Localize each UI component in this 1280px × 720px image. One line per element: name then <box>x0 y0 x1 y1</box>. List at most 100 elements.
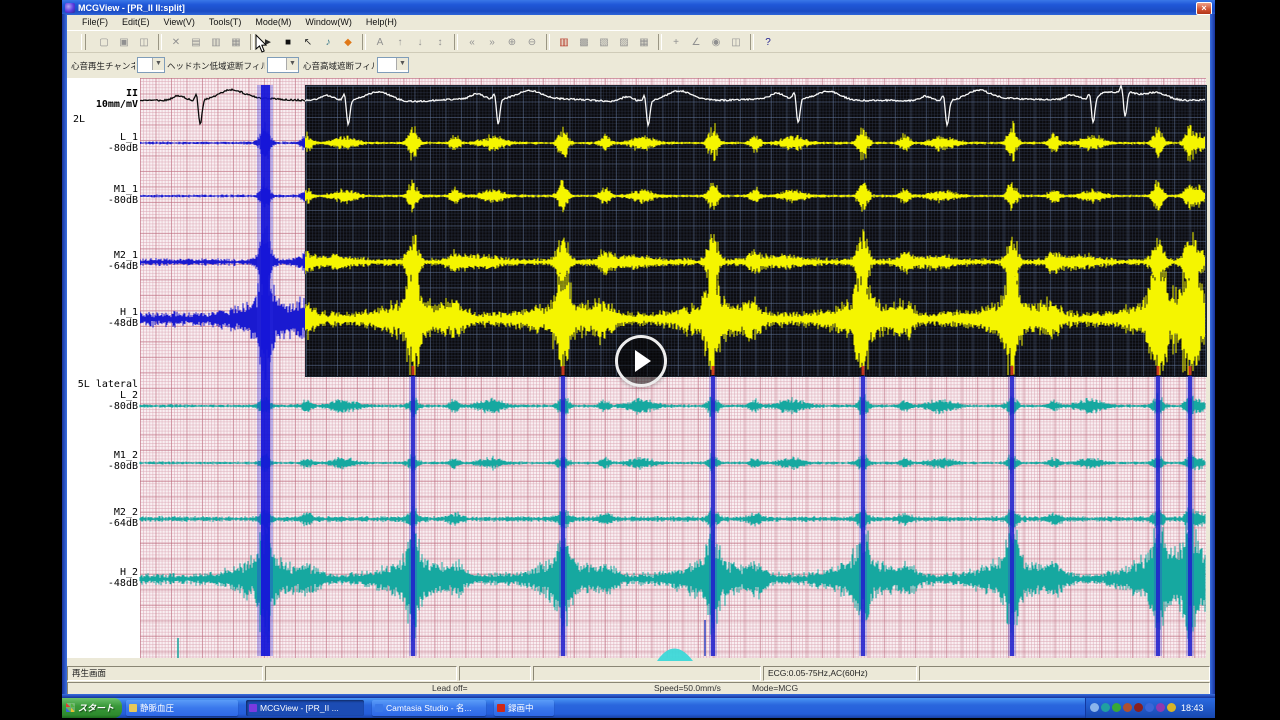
windows-logo-icon <box>66 703 75 712</box>
task-button-camtasia[interactable]: Camtasia Studio - 名... <box>372 700 486 716</box>
tray-icon-7[interactable] <box>1167 703 1176 712</box>
mcgview-window: MCGView - [PR_II II:split] × File(F) Edit… <box>62 0 1215 698</box>
toolbar-sound-icon[interactable]: ♪ <box>319 34 337 51</box>
toolbar-copy-icon[interactable]: ▤ <box>187 34 205 51</box>
app-icon <box>65 2 75 13</box>
channel-label-block-3: M1_1 -80dB <box>107 184 138 206</box>
toolbar-help-icon[interactable]: ? <box>759 34 777 51</box>
tray-icon-2[interactable] <box>1112 703 1121 712</box>
toolbar-split-view-icon[interactable]: ◫ <box>727 34 745 51</box>
task-button-recording[interactable]: 録画中 <box>494 700 554 716</box>
task-icon <box>375 704 383 712</box>
toolbar-separator <box>158 34 162 50</box>
filter-label-1: ヘッドホン低域遮断フィルタ: <box>167 61 265 71</box>
toolbar-zoom-in-icon[interactable]: ⊕ <box>503 34 521 51</box>
toolbar-prev-page-icon[interactable]: « <box>463 34 481 51</box>
menu-item-windoww[interactable]: Window(W) <box>298 15 359 30</box>
toolbar-next-page-icon[interactable]: » <box>483 34 501 51</box>
toolbar-save-all-icon[interactable]: ◫ <box>135 34 153 51</box>
toolbar-angle-icon[interactable]: ∠ <box>687 34 705 51</box>
filter-dropdown-1[interactable]: ▼ <box>267 57 299 73</box>
status-bar-upper: 再生画面 ECG:0.05-75Hz,AC(60Hz) <box>67 666 1210 681</box>
menu-item-helph[interactable]: Help(H) <box>359 15 404 30</box>
channel-label-block-1: 2L <box>73 114 86 125</box>
tray-icon-3[interactable] <box>1123 703 1132 712</box>
toolbar-zoom-out-icon[interactable]: ⊖ <box>523 34 541 51</box>
toolbar-print-icon[interactable]: ▦ <box>227 34 245 51</box>
status-panel-4: ECG:0.05-75Hz,AC(60Hz) <box>763 666 917 681</box>
toolbar-separator <box>546 34 550 50</box>
toolbar-annotate-icon[interactable]: ◉ <box>707 34 725 51</box>
chevron-down-icon[interactable]: ▼ <box>396 58 408 70</box>
toolbar-level-meter-icon[interactable]: ▥ <box>555 34 573 51</box>
video-frame: MCGView - [PR_II II:split] × File(F) Edit… <box>62 0 1215 718</box>
toolbar-stop-icon[interactable]: ■ <box>279 34 297 51</box>
status-panel-2 <box>459 666 531 681</box>
channel-label-block-2: L_1 -80dB <box>107 132 138 154</box>
task-icon <box>249 704 257 712</box>
system-tray: 18:43 <box>1085 698 1215 718</box>
channel-label-block-9: H_2 -48dB <box>107 567 138 589</box>
task-icon <box>497 704 505 712</box>
toolbar-measure-icon[interactable]: + <box>667 34 685 51</box>
toolbar-separator <box>250 34 254 50</box>
tray-icon-0[interactable] <box>1090 703 1099 712</box>
menu-item-edite[interactable]: Edit(E) <box>115 15 157 30</box>
speed-status: Speed=50.0mm/s <box>654 683 721 693</box>
task-button-mcgview[interactable]: MCGView - [PR_II ... <box>246 700 364 716</box>
toolbar-save-icon[interactable]: ▣ <box>115 34 133 51</box>
menu-bar: File(F) Edit(E) View(V) Tools(T) Mode(M) Wind… <box>67 15 1210 30</box>
toolbar-select-icon[interactable]: ↖ <box>299 34 317 51</box>
filter-dropdown-2[interactable]: ▼ <box>377 57 409 73</box>
toolbar-gain-up-icon[interactable]: ↑ <box>391 34 409 51</box>
toolbar-gain-down-icon[interactable]: ↓ <box>411 34 429 51</box>
toolbar-text-icon[interactable]: A <box>371 34 389 51</box>
title-bar[interactable]: MCGView - [PR_II II:split] × <box>62 0 1215 15</box>
channel-label-block-0: II 10mm/mV <box>95 88 138 110</box>
task-icon <box>129 704 137 712</box>
menu-item-viewv[interactable]: View(V) <box>157 15 202 30</box>
channel-label-block-5: H_1 -48dB <box>107 307 138 329</box>
menu-item-toolst[interactable]: Tools(T) <box>202 15 249 30</box>
toolbar-grip <box>81 34 86 50</box>
chevron-down-icon[interactable]: ▼ <box>286 58 298 70</box>
toolbar-separator <box>750 34 754 50</box>
window-border-right <box>1210 14 1215 698</box>
toolbar-grid-d-icon[interactable]: ▦ <box>635 34 653 51</box>
toolbar-cut-icon[interactable]: ✕ <box>167 34 185 51</box>
taskbar-clock: 18:43 <box>1181 703 1204 713</box>
task-button-bloodpressure[interactable]: 静脈血圧 <box>126 700 238 716</box>
channel-label-block-8: M2_2 -64dB <box>107 507 138 529</box>
mode-status: Mode=MCG <box>752 683 799 693</box>
toolbar-grid-b-icon[interactable]: ▧ <box>595 34 613 51</box>
toolbar-play-icon[interactable]: ► <box>259 34 277 51</box>
status-panel-0: 再生画面 <box>67 666 263 681</box>
tray-icon-1[interactable] <box>1101 703 1110 712</box>
start-label: スタート <box>78 703 115 713</box>
inverted-display-region <box>305 85 1207 377</box>
window-border-left <box>62 14 67 698</box>
tray-icon-5[interactable] <box>1145 703 1154 712</box>
filter-dropdown-0[interactable]: ▼ <box>137 57 165 73</box>
toolbar-grid-c-icon[interactable]: ▨ <box>615 34 633 51</box>
toolbar-paste-icon[interactable]: ▥ <box>207 34 225 51</box>
toolbar-grid-a-icon[interactable]: ▩ <box>575 34 593 51</box>
channel-label-block-6: 5L lateral L_2 -80dB <box>77 379 138 412</box>
channel-label-block-7: M1_2 -80dB <box>107 450 138 472</box>
toolbar-marker-icon[interactable]: ◆ <box>339 34 357 51</box>
video-play-button[interactable] <box>615 335 667 387</box>
menu-item-modem[interactable]: Mode(M) <box>248 15 298 30</box>
tray-icon-6[interactable] <box>1156 703 1165 712</box>
channel-label-block-4: M2_1 -64dB <box>107 250 138 272</box>
start-button[interactable]: スタート <box>62 698 122 718</box>
play-icon <box>635 350 651 372</box>
menu-item-filef[interactable]: File(F) <box>75 15 115 30</box>
tray-icon-4[interactable] <box>1134 703 1143 712</box>
chevron-down-icon[interactable]: ▼ <box>152 58 164 70</box>
channel-label-gutter: II 10mm/mV 2L L_1 -80dB M1_1 -80dB M2_1 -64d… <box>65 78 140 658</box>
toolbar-separator <box>362 34 366 50</box>
toolbar-fit-icon[interactable]: ↕ <box>431 34 449 51</box>
toolbar-open-icon[interactable]: ▢ <box>95 34 113 51</box>
filter-label-0: 心音再生チャンネル: <box>71 61 135 71</box>
taskbar: スタート 静脈血圧 MCGView - [PR_II ... Camtasia St… <box>62 698 1215 718</box>
